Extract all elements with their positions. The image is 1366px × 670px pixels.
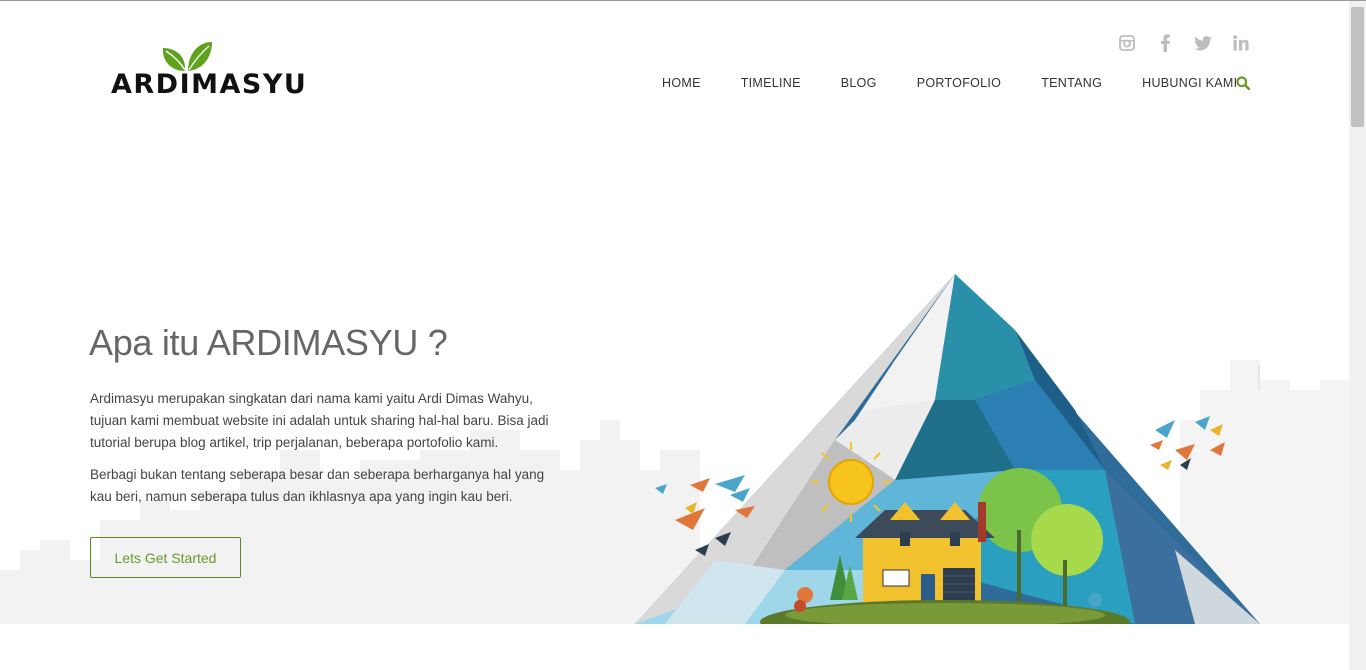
facebook-icon[interactable] <box>1154 33 1176 53</box>
window-top-border <box>0 0 1366 1</box>
nav-hubungi-kami[interactable]: HUBUNGI KAMI <box>1142 76 1237 90</box>
nav-tentang[interactable]: TENTANG <box>1041 76 1102 90</box>
section-divider <box>0 624 1349 670</box>
brand-name: ARDIMASYU <box>111 69 308 100</box>
nav-blog[interactable]: BLOG <box>841 76 877 90</box>
get-started-button[interactable]: Lets Get Started <box>90 537 241 578</box>
nav-portofolio[interactable]: PORTOFOLIO <box>917 76 1002 90</box>
hero-paragraph-2: Berbagi bukan tentang seberapa besar dan… <box>90 467 545 504</box>
search-icon[interactable] <box>1236 76 1251 95</box>
linkedin-icon[interactable] <box>1230 33 1252 53</box>
hero-paragraph-1: Ardimasyu merupakan singkatan dari nama … <box>90 391 549 450</box>
social-links <box>1116 33 1252 53</box>
brand-logo[interactable]: ARDIMASYU <box>110 38 306 102</box>
twitter-icon[interactable] <box>1192 33 1214 53</box>
mountain-house-illustration <box>635 274 1260 644</box>
scrollbar-thumb[interactable] <box>1351 7 1364 127</box>
hero-title: Apa itu ARDIMASYU ? <box>89 322 448 363</box>
nav-home[interactable]: HOME <box>662 76 701 90</box>
leaf-icon <box>162 42 212 71</box>
nav-timeline[interactable]: TIMELINE <box>741 76 801 90</box>
main-nav: HOME TIMELINE BLOG PORTOFOLIO TENTANG HU… <box>662 76 1277 90</box>
instagram-icon[interactable] <box>1116 33 1138 53</box>
page-scrollbar[interactable] <box>1349 1 1366 670</box>
